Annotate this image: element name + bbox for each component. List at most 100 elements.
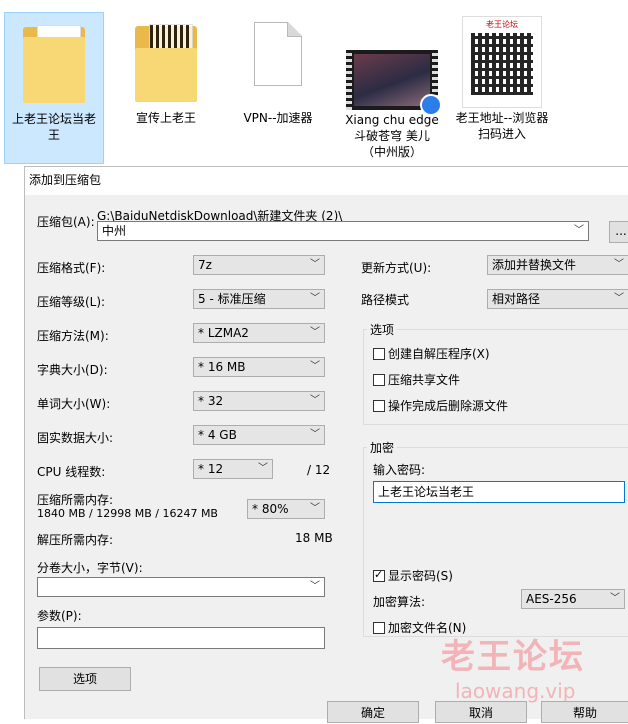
mem-compress-value: * 80% (252, 502, 289, 516)
sfx-label: 创建自解压程序(X) (388, 347, 490, 361)
pathmode-label: 路径模式 (361, 293, 410, 307)
mem-compress-select[interactable]: * 80% ﹀ (247, 499, 325, 519)
chevron-down-icon: ﹀ (310, 259, 320, 270)
encrypt-group-title: 加密 (367, 439, 398, 456)
volume-label: 分卷大小，字节(V): (37, 561, 143, 575)
method-label: 压缩方法(M): (37, 329, 109, 343)
update-label: 更新方式(U): (361, 261, 432, 275)
folder-icon (135, 22, 197, 102)
mem-compress-detail: 1840 MB / 12998 MB / 16247 MB (37, 507, 218, 520)
desktop-icon-qr-image[interactable]: 老王论坛 老王地址--浏览器扫码进入 (452, 12, 552, 164)
desktop-icon-file-vpn[interactable]: VPN--加速器 (228, 12, 328, 164)
delete-source-checkbox[interactable]: 操作完成后删除源文件 (373, 397, 508, 414)
chevron-down-icon: ﹀ (310, 293, 320, 304)
desktop-icon-label: Xiang chu edge 斗破苍穹 美儿 （中州版） (345, 113, 439, 159)
qr-header-text: 老王论坛 (486, 20, 518, 29)
params-label: 参数(P): (37, 609, 82, 623)
qr-code-icon: 老王论坛 (462, 16, 542, 108)
threads-label: CPU 线程数: (37, 465, 106, 479)
chevron-down-icon: ﹀ (310, 361, 320, 372)
mem-decompress-value: 18 MB (295, 531, 333, 545)
desktop-icons-area: 上老王论坛当老王 宣传上老王 VPN--加速器 Xiang chu edge 斗… (0, 0, 628, 166)
show-password-checkbox[interactable]: 显示密码(S) (373, 567, 453, 584)
chevron-down-icon: ﹀ (310, 327, 320, 338)
document-icon (254, 22, 302, 88)
chevron-down-icon: ﹀ (614, 259, 624, 270)
folder-icon (23, 23, 85, 103)
pathmode-value: 相对路径 (492, 292, 541, 306)
update-select[interactable]: 添加并替换文件 ﹀ (487, 255, 628, 275)
desktop-icon-folder-2[interactable]: 宣传上老王 (116, 12, 216, 164)
volume-combo[interactable]: ﹀ (37, 577, 325, 597)
video-thumbnail-icon (346, 50, 442, 116)
algo-select[interactable]: AES-256 ﹀ (521, 589, 625, 609)
desktop-icon-label: 老王地址--浏览器扫码进入 (455, 111, 549, 141)
ok-button[interactable]: 确定 (327, 701, 419, 723)
checkbox-box[interactable] (373, 622, 385, 634)
dict-label: 字典大小(D): (37, 363, 108, 377)
dict-select[interactable]: * 16 MB ﹀ (193, 357, 325, 377)
sfx-checkbox[interactable]: 创建自解压程序(X) (373, 345, 490, 362)
checkbox-box[interactable] (373, 400, 385, 412)
checkbox-box[interactable] (373, 374, 385, 386)
method-select[interactable]: * LZMA2 ﹀ (193, 323, 325, 343)
solid-label: 固实数据大小: (37, 431, 114, 445)
chevron-down-icon: ﹀ (310, 395, 320, 406)
word-select[interactable]: * 32 ﹀ (193, 391, 325, 411)
solid-select[interactable]: * 4 GB ﹀ (193, 425, 325, 445)
mem-compress-label: 压缩所需内存: (37, 493, 114, 507)
archive-label: 压缩包(A): (37, 215, 95, 229)
add-to-archive-dialog: 添加到压缩包 压缩包(A): G:\BaiduNetdiskDownload\新… (24, 166, 628, 723)
options-group-title: 选项 (367, 321, 398, 338)
format-label: 压缩格式(F): (37, 261, 106, 275)
shared-files-checkbox[interactable]: 压缩共享文件 (373, 371, 460, 388)
dict-value: * 16 MB (198, 360, 246, 374)
chevron-down-icon[interactable]: ﹀ (574, 222, 584, 240)
chevron-down-icon[interactable]: ﹀ (310, 578, 320, 596)
format-value: 7z (198, 258, 212, 272)
pathmode-select[interactable]: 相对路径 ﹀ (487, 289, 628, 309)
level-select[interactable]: 5 - 标准压缩 ﹀ (193, 289, 325, 309)
password-input[interactable]: 上老王论坛当老王 (373, 481, 625, 503)
algo-label: 加密算法: (373, 595, 426, 609)
checkbox-box[interactable] (373, 348, 385, 360)
threads-max: / 12 (307, 463, 331, 477)
word-label: 单词大小(W): (37, 397, 111, 411)
desktop-icon-label: VPN--加速器 (243, 111, 313, 125)
desktop-icon-video[interactable]: Xiang chu edge 斗破苍穹 美儿 （中州版） (340, 12, 444, 164)
cancel-button[interactable]: 取消 (435, 701, 527, 723)
archive-name-value: 中州 (102, 224, 127, 238)
method-value: * LZMA2 (198, 326, 249, 340)
browse-button[interactable]: ... (609, 221, 628, 243)
chevron-down-icon: ﹀ (310, 503, 320, 514)
shared-files-label: 压缩共享文件 (388, 373, 461, 387)
chevron-down-icon: ﹀ (310, 429, 320, 440)
desktop-icon-folder-1[interactable]: 上老王论坛当老王 (4, 12, 104, 164)
level-label: 压缩等级(L): (37, 295, 106, 309)
desktop-icon-label: 上老王论坛当老王 (11, 112, 96, 142)
algo-value: AES-256 (526, 592, 577, 606)
watermark-url: laowang.vip (455, 679, 576, 703)
chevron-down-icon: ﹀ (614, 293, 624, 304)
password-label: 输入密码: (373, 463, 426, 477)
params-input[interactable] (37, 627, 325, 649)
delete-source-label: 操作完成后删除源文件 (388, 399, 509, 413)
desktop-icon-label: 宣传上老王 (135, 111, 196, 125)
threads-select[interactable]: * 12 ﹀ (193, 459, 273, 479)
mem-decompress-label: 解压所需内存: (37, 533, 114, 547)
update-value: 添加并替换文件 (492, 258, 577, 272)
dialog-title: 添加到压缩包 (25, 167, 628, 195)
show-password-label: 显示密码(S) (388, 569, 453, 583)
format-select[interactable]: 7z ﹀ (193, 255, 325, 275)
help-button[interactable]: 帮助 (541, 701, 628, 723)
chevron-down-icon: ﹀ (610, 593, 620, 604)
options-button[interactable]: 选项 (39, 667, 131, 691)
level-value: 5 - 标准压缩 (198, 292, 266, 306)
archive-name-combo[interactable]: 中州 ﹀ (97, 221, 589, 241)
threads-value: * 12 (198, 462, 224, 476)
watermark-title: 老王论坛 (441, 637, 585, 677)
word-value: * 32 (198, 394, 224, 408)
checkbox-box-checked[interactable] (373, 568, 385, 582)
chevron-down-icon: ﹀ (258, 463, 268, 474)
solid-value: * 4 GB (198, 428, 237, 442)
